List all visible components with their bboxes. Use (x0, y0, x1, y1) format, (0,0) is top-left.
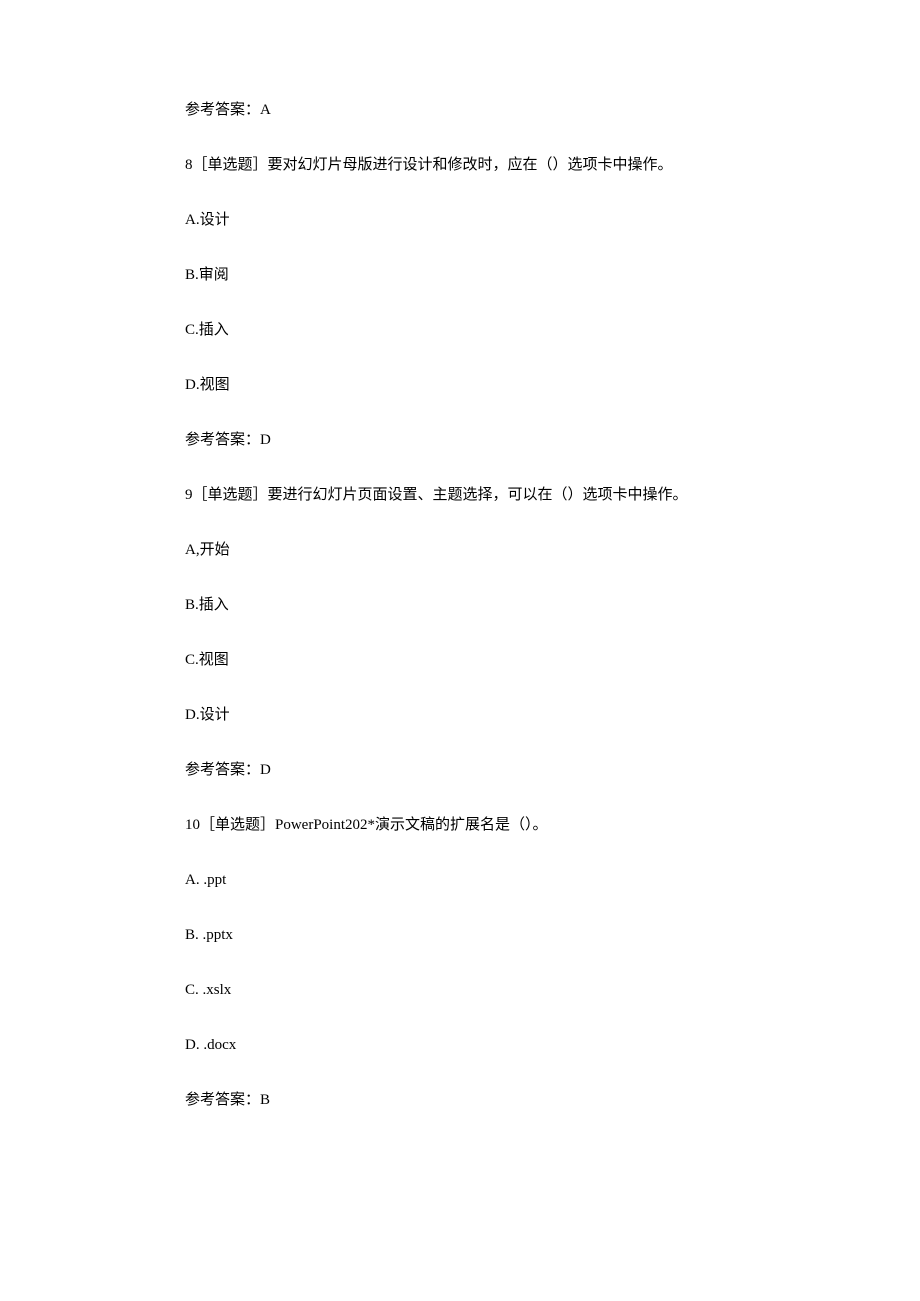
q9-option-c: C.视图 (185, 650, 735, 671)
q9-option-b: B.插入 (185, 595, 735, 616)
q8-answer: 参考答案：D (185, 430, 735, 451)
q7-answer: 参考答案：A (185, 100, 735, 121)
q9-stem: 9［单选题］要进行幻灯片页面设置、主题选择，可以在（）选项卡中操作。 (185, 485, 735, 506)
q8-option-a: A.设计 (185, 210, 735, 231)
q9-answer: 参考答案：D (185, 760, 735, 781)
q10-option-d: D. .docx (185, 1035, 735, 1056)
q10-answer: 参考答案：B (185, 1090, 735, 1111)
q8-option-c: C.插入 (185, 320, 735, 341)
q8-stem: 8［单选题］要对幻灯片母版进行设计和修改时，应在（）选项卡中操作。 (185, 155, 735, 176)
q10-option-a: A. .ppt (185, 870, 735, 891)
q8-option-d: D.视图 (185, 375, 735, 396)
q8-option-b: B.审阅 (185, 265, 735, 286)
q10-option-b: B. .pptx (185, 925, 735, 946)
q10-stem: 10［单选题］PowerPoint202*演示文稿的扩展名是（）。 (185, 815, 735, 836)
q9-option-d: D.设计 (185, 705, 735, 726)
q10-option-c: C. .xslx (185, 980, 735, 1001)
q9-option-a: A,开始 (185, 540, 735, 561)
